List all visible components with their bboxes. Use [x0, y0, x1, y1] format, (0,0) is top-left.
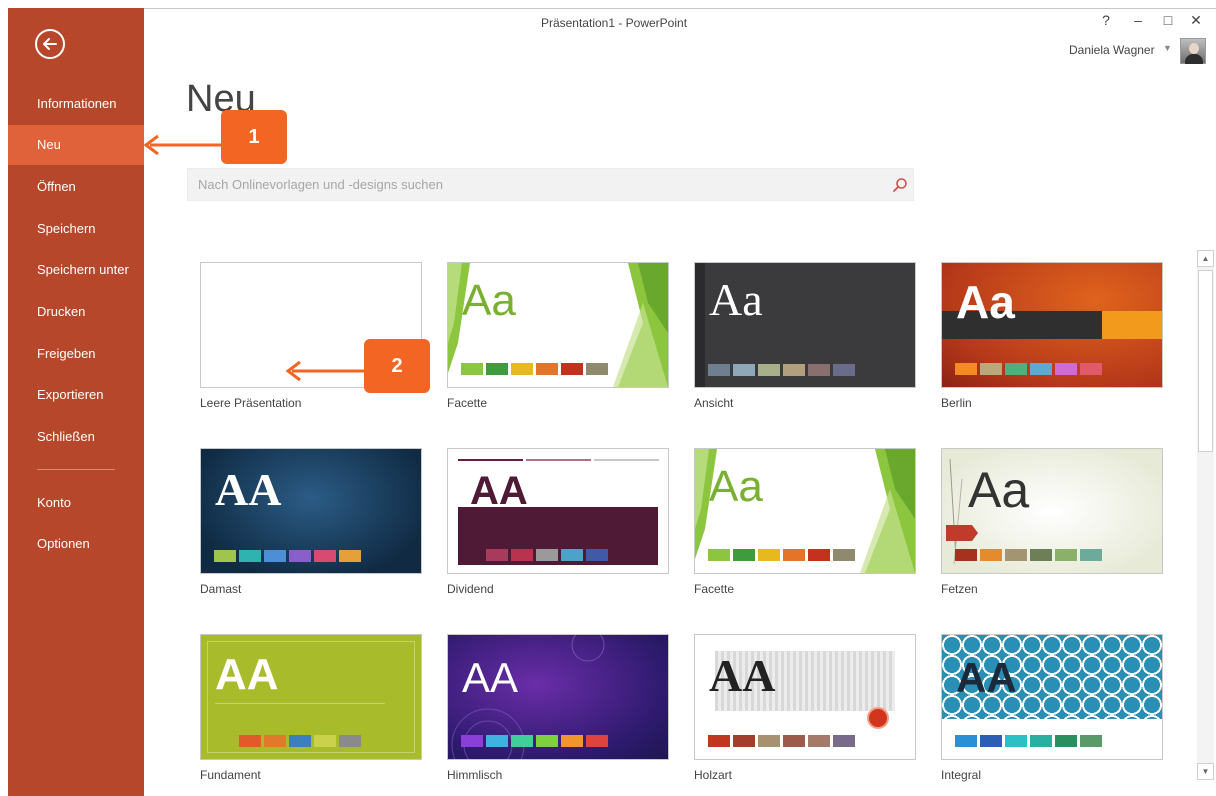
template-tile-ansicht[interactable]: Aa Ansicht — [694, 262, 916, 410]
template-label: Ansicht — [694, 396, 734, 410]
sidebar-item-speichern-unter[interactable]: Speichern unter — [8, 250, 144, 290]
back-arrow-icon — [43, 38, 57, 50]
template-thumbnail: AA — [694, 634, 916, 760]
template-label: Fundament — [200, 768, 261, 782]
sidebar-item-schliessen[interactable]: Schließen — [8, 417, 144, 457]
minimize-button[interactable]: – — [1128, 12, 1148, 28]
scroll-thumb[interactable] — [1198, 270, 1213, 452]
sidebar-divider — [37, 469, 115, 470]
template-tile-fundament[interactable]: AA Fundament — [200, 634, 422, 782]
close-button[interactable]: ✕ — [1186, 12, 1206, 29]
template-thumbnail: Aa — [941, 448, 1163, 574]
thumb-text: AA — [462, 654, 519, 701]
template-tile-facette-2[interactable]: Aa Facette — [694, 448, 916, 596]
sidebar-item-konto[interactable]: Konto — [8, 483, 144, 523]
sidebar-item-optionen[interactable]: Optionen — [8, 524, 144, 564]
thumb-text: AA — [215, 650, 279, 699]
thumb-text: Aa — [709, 462, 763, 511]
chevron-down-icon[interactable]: ▼ — [1163, 43, 1172, 53]
template-thumbnail: AA — [200, 448, 422, 574]
backstage-sidebar: Informationen Neu Öffnen Speichern Speic… — [8, 8, 144, 796]
scroll-up-icon[interactable]: ▲ — [1197, 250, 1214, 267]
maximize-button[interactable]: □ — [1158, 12, 1178, 28]
template-tile-fetzen[interactable]: Aa Fetzen — [941, 448, 1163, 596]
thumb-text: Aa — [968, 462, 1030, 518]
avatar[interactable] — [1180, 38, 1206, 64]
sidebar-item-speichern[interactable]: Speichern — [8, 209, 144, 249]
template-label: Holzart — [694, 768, 733, 782]
callout-arrow-1 — [143, 134, 228, 156]
template-tile-berlin[interactable]: Aa Berlin — [941, 262, 1163, 410]
template-search-box[interactable] — [187, 168, 914, 201]
powerpoint-backstage-window: Informationen Neu Öffnen Speichern Speic… — [0, 0, 1216, 796]
template-label: Facette — [447, 396, 488, 410]
search-icon[interactable] — [892, 177, 908, 193]
template-thumbnail: AA — [447, 448, 669, 574]
template-tile-integral[interactable]: AA Integral — [941, 634, 1163, 782]
template-thumbnail: Aa — [447, 262, 669, 388]
callout-badge-1: 1 — [221, 110, 287, 164]
template-label: Fetzen — [941, 582, 978, 596]
template-tile-dividend[interactable]: AA Dividend — [447, 448, 669, 596]
sidebar-item-exportieren[interactable]: Exportieren — [8, 375, 144, 415]
user-name[interactable]: Daniela Wagner — [1069, 43, 1155, 57]
template-thumbnail: AA — [200, 634, 422, 760]
vertical-scrollbar[interactable]: ▲ ▼ — [1197, 250, 1214, 780]
window-title: Präsentation1 - PowerPoint — [540, 16, 688, 30]
thumb-text: Aa — [956, 276, 1015, 328]
top-border — [144, 8, 1216, 9]
template-thumbnail: AA — [941, 634, 1163, 760]
thumb-text: AA — [709, 650, 776, 701]
template-thumbnail: Aa — [694, 262, 916, 388]
template-label: Facette — [694, 582, 735, 596]
template-thumbnail: Aa — [694, 448, 916, 574]
template-tile-facette[interactable]: Aa Facette — [447, 262, 669, 410]
template-tile-himmlisch[interactable]: AA Himmlisch — [447, 634, 669, 782]
template-thumbnail: Aa — [941, 262, 1163, 388]
template-label: Leere Präsentation — [200, 396, 302, 410]
sidebar-item-oeffnen[interactable]: Öffnen — [8, 167, 144, 207]
sidebar-item-informationen[interactable]: Informationen — [8, 84, 144, 124]
help-button[interactable]: ? — [1096, 12, 1116, 28]
template-thumbnail: AA — [447, 634, 669, 760]
template-label: Dividend — [447, 582, 494, 596]
template-label: Himmlisch — [447, 768, 503, 782]
template-tile-holzart[interactable]: AA Holzart — [694, 634, 916, 782]
callout-badge-2: 2 — [364, 339, 430, 393]
thumb-text: Aa — [709, 274, 763, 325]
search-input[interactable] — [196, 176, 880, 193]
sidebar-item-neu[interactable]: Neu — [8, 125, 144, 165]
sidebar-item-drucken[interactable]: Drucken — [8, 292, 144, 332]
template-tile-damast[interactable]: AA Damast — [200, 448, 422, 596]
thumb-text: AA — [470, 469, 528, 513]
scroll-down-icon[interactable]: ▼ — [1197, 763, 1214, 780]
template-label: Damast — [200, 582, 242, 596]
back-button[interactable] — [35, 29, 65, 59]
callout-arrow-2 — [285, 360, 370, 382]
template-label: Berlin — [941, 396, 972, 410]
thumb-text: Aa — [462, 276, 516, 325]
thumb-text: AA — [215, 464, 282, 515]
thumb-text: AA — [956, 654, 1017, 701]
template-label: Integral — [941, 768, 982, 782]
sidebar-item-freigeben[interactable]: Freigeben — [8, 334, 144, 374]
